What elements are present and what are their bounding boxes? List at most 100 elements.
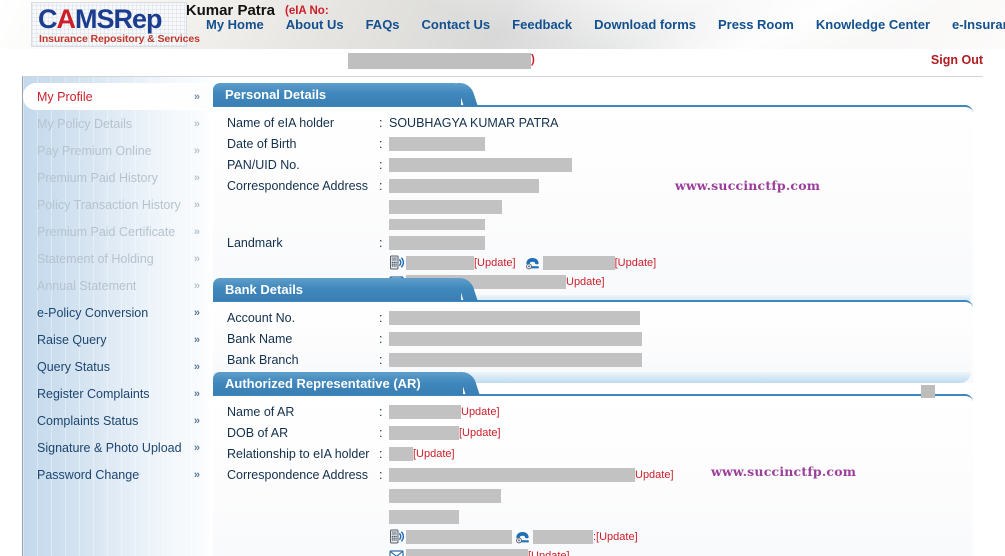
redacted-value-address-line1 bbox=[389, 178, 539, 193]
field-value-name: SOUBHAGYA KUMAR PATRA bbox=[389, 115, 559, 130]
nav-item-about-us[interactable]: About Us bbox=[275, 17, 355, 32]
redacted-value-name-of-ar bbox=[389, 404, 461, 419]
redacted-value-ar-email bbox=[406, 548, 528, 556]
sidebar-item-label: Signature & Photo Upload bbox=[37, 440, 182, 455]
authorized-representative-title: Authorized Representative (AR) bbox=[225, 376, 421, 391]
field-row-name-of-ar: Name of AR : Update] bbox=[213, 401, 973, 422]
ar-email-update-link[interactable]: [Update] bbox=[528, 550, 570, 556]
nav-item-knowledge-center[interactable]: Knowledge Center bbox=[805, 17, 941, 32]
dob-of-ar-update-link[interactable]: [Update] bbox=[459, 427, 501, 439]
field-row-date-of-birth: Date of Birth : bbox=[213, 133, 973, 154]
sidebar-item-label: Pay Premium Online bbox=[37, 143, 152, 158]
field-label: Relationship to eIA holder bbox=[227, 446, 370, 461]
field-label: Account No. bbox=[227, 310, 296, 325]
relationship-update-link[interactable]: [Update] bbox=[413, 448, 455, 460]
sidebar-item-premium-paid-certificate: Premium Paid Certificate » bbox=[23, 218, 209, 245]
sidebar-item-e-policy-conversion[interactable]: e-Policy Conversion » bbox=[23, 299, 209, 326]
chevron-right-icon: » bbox=[193, 225, 200, 238]
field-row-account-no: Account No. : bbox=[213, 307, 973, 328]
field-label: Bank Branch bbox=[227, 352, 299, 367]
field-colon: : bbox=[379, 115, 383, 130]
logo-letter-c: C bbox=[38, 4, 57, 34]
sign-out-link[interactable]: Sign Out bbox=[931, 53, 983, 67]
field-colon: : bbox=[379, 404, 383, 419]
chevron-right-icon: » bbox=[193, 279, 200, 292]
field-label: Date of Birth bbox=[227, 136, 297, 151]
redacted-value-ar-mobile bbox=[406, 529, 512, 544]
sidebar-item-raise-query[interactable]: Raise Query » bbox=[23, 326, 209, 353]
mobile-phone-icon bbox=[389, 255, 404, 270]
sidebar-item-register-complaints[interactable]: Register Complaints » bbox=[23, 380, 209, 407]
name-of-ar-update-link[interactable]: Update] bbox=[461, 406, 500, 418]
sidebar-item-my-policy-details: My Policy Details » bbox=[23, 110, 209, 137]
sidebar-item-label: Complaints Status bbox=[37, 413, 139, 428]
field-row-ar-address-line2 bbox=[213, 485, 973, 506]
ar-address-update-link[interactable]: Update] bbox=[635, 469, 674, 481]
field-row-correspondence-address: Correspondence Address : bbox=[213, 175, 973, 196]
chevron-right-icon: » bbox=[193, 171, 200, 184]
field-row-name: Name of eIA holder : SOUBHAGYA KUMAR PAT… bbox=[213, 112, 973, 133]
sidebar-item-my-profile[interactable]: My Profile » bbox=[23, 83, 209, 110]
redacted-value-date-of-birth bbox=[389, 136, 485, 151]
field-label: Correspondence Address bbox=[227, 467, 369, 482]
chevron-right-icon: » bbox=[193, 144, 200, 157]
camsrep-logo[interactable]: CAMSRep Insurance Repository & Services bbox=[31, 2, 200, 47]
chevron-right-icon: » bbox=[193, 414, 200, 427]
field-row-address-line2 bbox=[213, 196, 973, 217]
sidebar-item-password-change[interactable]: Password Change » bbox=[23, 461, 209, 488]
redacted-value-bank-name bbox=[389, 331, 642, 346]
chevron-right-icon: » bbox=[193, 387, 200, 400]
nav-item-e-insurance-videos[interactable]: e-Insurance Videos bbox=[941, 17, 1005, 32]
chevron-right-icon: » bbox=[193, 360, 200, 373]
logo-letters-rest: MSRep bbox=[75, 4, 163, 34]
nav-item-my-home[interactable]: My Home bbox=[195, 17, 275, 32]
telephone-icon bbox=[514, 530, 531, 544]
nav-item-faqs[interactable]: FAQs bbox=[355, 17, 411, 32]
field-colon: : bbox=[379, 352, 383, 367]
sidebar-item-label: Premium Paid History bbox=[37, 170, 158, 185]
sidebar-item-query-status[interactable]: Query Status » bbox=[23, 353, 209, 380]
sidebar-item-complaints-status[interactable]: Complaints Status » bbox=[23, 407, 209, 434]
nav-item-contact-us[interactable]: Contact Us bbox=[411, 17, 502, 32]
authorized-representative-panel: Authorized Representative (AR) Name of A… bbox=[213, 372, 973, 556]
sidebar-item-label: e-Policy Conversion bbox=[37, 305, 149, 320]
field-row-address-line3 bbox=[213, 217, 973, 232]
ar-mobile-update-link[interactable]: :[Update] bbox=[593, 531, 638, 543]
field-colon: : bbox=[379, 157, 383, 172]
personal-details-title: Personal Details bbox=[225, 87, 327, 102]
field-label: Bank Name bbox=[227, 331, 293, 346]
sidebar-item-label: Password Change bbox=[37, 467, 140, 482]
field-row-bank-branch: Bank Branch : bbox=[213, 349, 973, 370]
sidebar-item-label: Premium Paid Certificate bbox=[37, 224, 176, 239]
eia-number-redacted bbox=[348, 53, 531, 69]
field-colon: : bbox=[379, 446, 383, 461]
telephone-icon bbox=[524, 256, 541, 270]
redacted-value-address-line3 bbox=[389, 219, 485, 230]
mobile-update-link[interactable]: [Update] bbox=[474, 257, 516, 269]
authorized-representative-header: Authorized Representative (AR) bbox=[213, 372, 463, 395]
field-label: Correspondence Address bbox=[227, 178, 369, 193]
chevron-right-icon: » bbox=[193, 333, 200, 346]
telephone-update-link[interactable]: [Update] bbox=[615, 257, 657, 269]
nav-item-press-room[interactable]: Press Room bbox=[707, 17, 805, 32]
authorized-representative-body: Name of AR : Update] DOB of AR : [Update… bbox=[213, 385, 973, 556]
chevron-right-icon: » bbox=[193, 306, 200, 319]
chevron-right-icon: » bbox=[193, 198, 200, 211]
sidebar-menu: My Profile » My Policy Details » Pay Pre… bbox=[23, 77, 209, 556]
field-colon: : bbox=[379, 425, 383, 440]
ar-contact-row-mobile-telephone: :[Update] bbox=[213, 527, 973, 546]
nav-item-feedback[interactable]: Feedback bbox=[501, 17, 583, 32]
redacted-value-mobile bbox=[406, 255, 474, 270]
sidebar-item-label: Annual Statement bbox=[37, 278, 137, 293]
bank-details-header: Bank Details bbox=[213, 278, 461, 301]
chevron-right-icon: » bbox=[193, 117, 200, 130]
chevron-right-icon: » bbox=[193, 468, 200, 481]
personal-details-body: Name of eIA holder : SOUBHAGYA KUMAR PAT… bbox=[213, 105, 973, 306]
sidebar-item-signature-photo-upload[interactable]: Signature & Photo Upload » bbox=[23, 434, 209, 461]
field-row-ar-correspondence-address: Correspondence Address : Update] bbox=[213, 464, 973, 485]
nav-item-download-forms[interactable]: Download forms bbox=[583, 17, 707, 32]
redacted-value-telephone bbox=[542, 255, 615, 270]
redacted-value-relationship bbox=[389, 446, 413, 461]
redacted-value-ar-address-line3 bbox=[389, 509, 459, 524]
bank-details-body: Account No. : Bank Name : Bank Branch : bbox=[213, 300, 973, 383]
